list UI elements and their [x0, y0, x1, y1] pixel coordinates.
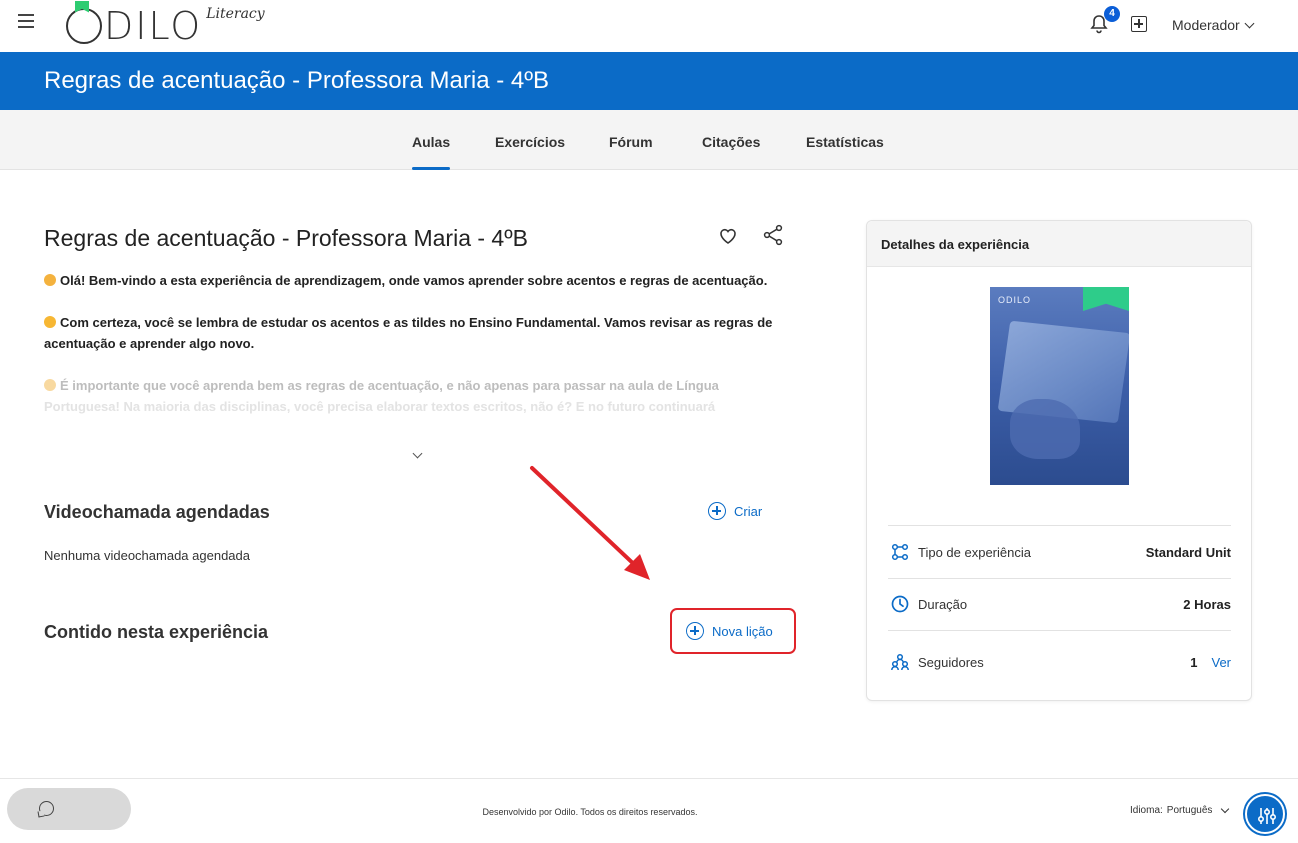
heart-icon[interactable] — [718, 226, 738, 246]
experience-type-icon — [891, 543, 909, 561]
experience-title: Regras de acentuação - Professora Maria … — [44, 225, 528, 251]
followers-icon — [891, 653, 909, 671]
description-paragraph-faded: Portuguesa! Na maioria das disciplinas, … — [44, 399, 716, 414]
wave-emoji-icon — [44, 274, 56, 286]
detail-row-type: Tipo de experiência Standard Unit — [891, 543, 1231, 561]
page-banner: Regras de acentuação - Professora Maria … — [0, 52, 1298, 110]
chevron-down-icon — [1244, 18, 1255, 28]
view-followers-link[interactable]: Ver — [1211, 655, 1231, 670]
create-label: Criar — [734, 503, 763, 519]
paragraph-text: Com certeza, você se lembra de estudar o… — [44, 315, 773, 351]
plus-square-icon[interactable] — [1131, 16, 1147, 32]
description-paragraph: Olá! Bem-vindo a esta experiência de apr… — [44, 270, 789, 291]
paragraph-text: É importante que você aprenda bem as reg… — [60, 378, 719, 393]
tab-exercicios[interactable]: Exercícios — [495, 134, 565, 150]
language-label: Idioma: — [1130, 805, 1163, 816]
logo-wordmark: DILO — [66, 4, 202, 48]
experience-details-card: Detalhes da experiência ODILO Tipo de ex… — [866, 220, 1252, 701]
notification-badge: 4 — [1104, 6, 1120, 22]
tab-forum[interactable]: Fórum — [609, 134, 653, 150]
experience-cover-image: ODILO — [990, 287, 1129, 485]
card-header: Detalhes da experiência — [867, 221, 1251, 267]
bookmark-icon — [1083, 287, 1129, 311]
expand-description-chevron-icon[interactable] — [412, 450, 422, 460]
new-lesson-label: Nova lição — [712, 623, 773, 639]
menu-icon[interactable] — [18, 14, 38, 32]
plus-circle-icon — [686, 622, 704, 640]
no-videocalls-text: Nenhuma videochamada agendada — [44, 548, 250, 563]
detail-value: Standard Unit — [1145, 544, 1231, 560]
tab-citacoes[interactable]: Citações — [702, 134, 760, 150]
top-bar: DILO Literacy 4 Moderador — [0, 0, 1298, 52]
create-videocall-button[interactable]: Criar — [708, 502, 762, 520]
divider — [888, 630, 1231, 631]
divider — [888, 578, 1231, 579]
accessibility-icon[interactable] — [1245, 794, 1285, 834]
description-paragraph: É importante que você aprenda bem as reg… — [44, 375, 789, 396]
detail-value: 2 Horas — [1183, 596, 1231, 612]
user-menu[interactable]: Moderador — [1172, 17, 1255, 33]
paragraph-text: Olá! Bem-vindo a esta experiência de apr… — [60, 273, 768, 288]
cover-brand: ODILO — [998, 295, 1032, 305]
banner-title: Regras de acentuação - Professora Maria … — [44, 67, 550, 94]
smile-emoji-icon — [44, 316, 56, 328]
experience-description: Olá! Bem-vindo a esta experiência de apr… — [44, 270, 789, 438]
red-arrow-annotation — [530, 466, 650, 580]
detail-value: 1 — [1190, 654, 1198, 670]
detail-row-followers: Seguidores 1 Ver — [891, 653, 1231, 671]
detail-label: Tipo de experiência — [918, 544, 1031, 560]
chevron-down-icon — [1221, 804, 1230, 814]
copyright-text: Desenvolvido por Odilo. Todos os direito… — [482, 807, 698, 817]
new-lesson-button[interactable]: Nova lição — [686, 622, 773, 640]
plus-circle-icon — [708, 502, 726, 520]
footer: Desenvolvido por Odilo. Todos os direito… — [0, 778, 1298, 843]
share-icon[interactable] — [762, 224, 784, 246]
language-value: Português — [1166, 805, 1213, 816]
muscle-emoji-icon — [44, 379, 56, 391]
divider — [888, 525, 1231, 526]
odilo-logo[interactable]: DILO Literacy — [66, 4, 265, 48]
content-title: Contido nesta experiência — [44, 622, 269, 642]
detail-row-duration: Duração 2 Horas — [891, 595, 1231, 613]
detail-label: Duração — [918, 596, 968, 612]
user-name: Moderador — [1172, 17, 1240, 33]
clock-icon — [891, 595, 909, 613]
detail-label: Seguidores — [918, 654, 984, 670]
tab-bar: Aulas Exercícios Fórum Citações Estatíst… — [0, 110, 1298, 170]
description-paragraph: Com certeza, você se lembra de estudar o… — [44, 312, 789, 354]
logo-tagline: Literacy — [206, 6, 265, 22]
language-selector[interactable]: Idioma: Português — [1130, 804, 1230, 816]
tab-aulas[interactable]: Aulas — [412, 134, 451, 170]
videocalls-title: Videochamada agendadas — [44, 502, 270, 522]
tab-estatisticas[interactable]: Estatísticas — [806, 134, 884, 150]
